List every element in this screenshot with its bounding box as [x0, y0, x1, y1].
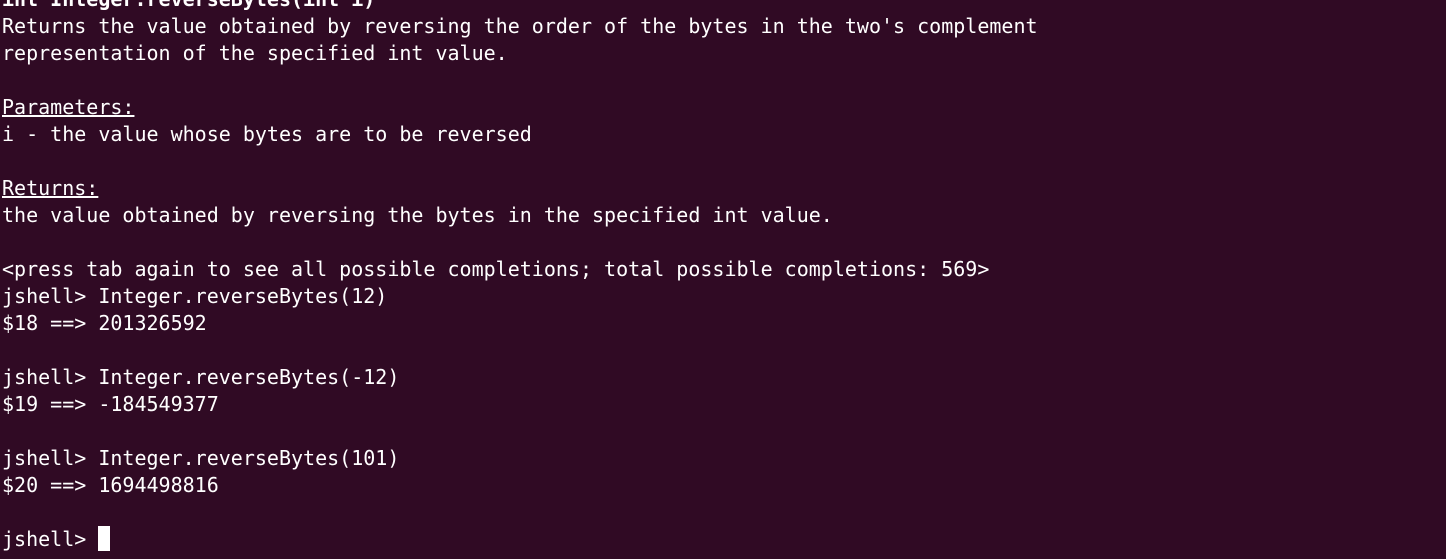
prompt-label: jshell>	[2, 527, 99, 551]
active-prompt-line[interactable]: jshell>	[2, 526, 1446, 553]
command-output: $19 ==> -184549377	[2, 392, 219, 416]
command-input: jshell> Integer.reverseBytes(101)	[2, 446, 400, 470]
text-cursor[interactable]	[98, 526, 111, 551]
command-input: jshell> Integer.reverseBytes(-12)	[2, 365, 400, 389]
method-signature: int Integer.reverseBytes(int i)	[2, 0, 1446, 13]
command-input: jshell> Integer.reverseBytes(12)	[2, 284, 388, 308]
completions-hint: <press tab again to see all possible com…	[2, 257, 990, 281]
parameters-heading: Parameters:	[2, 95, 135, 119]
returns-heading: Returns:	[2, 176, 99, 200]
description-line-1: Returns the value obtained by reversing …	[2, 14, 1038, 38]
parameter-i: i - the value whose bytes are to be reve…	[2, 122, 532, 146]
returns-text: the value obtained by reversing the byte…	[2, 203, 833, 227]
command-output: $18 ==> 201326592	[2, 311, 207, 335]
command-output: $20 ==> 1694498816	[2, 473, 219, 497]
description-line-2: representation of the specified int valu…	[2, 41, 508, 65]
terminal-window[interactable]: int Integer.reverseBytes(int i) Returns …	[2, 0, 1446, 559]
